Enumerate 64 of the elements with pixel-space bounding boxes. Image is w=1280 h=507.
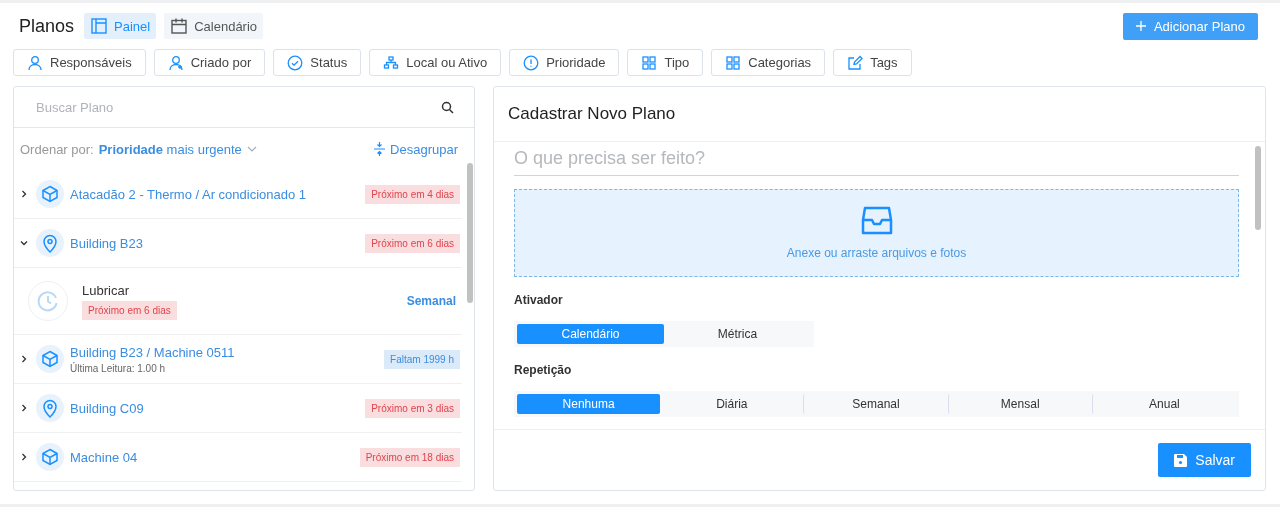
scrollbar[interactable]: [1255, 146, 1261, 230]
chevron-right-icon[interactable]: [20, 355, 28, 363]
task-input[interactable]: O que precisa ser feito?: [514, 148, 1239, 176]
view-tab[interactable]: Calendário: [164, 13, 264, 39]
ungroup-link[interactable]: Desagrupar: [390, 141, 458, 157]
field-label: Repetição: [514, 363, 573, 377]
panel-icon: [90, 17, 109, 35]
row-title[interactable]: Atacadão 2 - Thermo / Ar condicionado 1: [70, 186, 307, 202]
chevron-down-icon: [246, 146, 257, 152]
filter-button[interactable]: Tags: [833, 49, 912, 76]
plan-title[interactable]: Lubricar: [82, 282, 129, 298]
hierarchy-icon: [383, 54, 400, 71]
chevron-right-icon[interactable]: [20, 190, 28, 198]
user-icon: [27, 54, 43, 71]
frequency-label: Semanal: [406, 294, 456, 308]
upload-hint: Anexe ou arraste arquivos e fotos: [786, 246, 967, 260]
row-title[interactable]: Building B23 / Machine 0511: [70, 344, 235, 360]
page-title: Planos: [19, 15, 75, 37]
row-title[interactable]: Machine 04: [70, 449, 138, 465]
chevron-right-icon[interactable]: [20, 453, 28, 461]
edit-icon: [847, 54, 864, 71]
filter-button[interactable]: Prioridade: [509, 49, 620, 76]
segment-option[interactable]: Métrica: [664, 324, 811, 344]
status-badge: Faltam 1999 h: [384, 349, 460, 369]
filter-button[interactable]: Responsáveis: [13, 49, 146, 76]
filter-button[interactable]: Tipo: [627, 49, 704, 76]
status-badge: Próximo em 18 dias: [359, 447, 460, 467]
grid-icon: [641, 54, 658, 71]
location-pin-icon: [42, 398, 58, 418]
status-badge: Próximo em 6 dias: [82, 300, 177, 320]
check-circle-icon: [287, 54, 304, 71]
cube-icon: [41, 448, 59, 466]
search-icon: [441, 100, 454, 114]
status-badge: Próximo em 6 dias: [365, 233, 460, 253]
filter-button[interactable]: Categorias: [711, 49, 826, 76]
segment-option[interactable]: Anual: [1091, 394, 1236, 414]
grid-icon: [725, 54, 742, 71]
plus-icon: [1135, 21, 1146, 31]
row-subtitle: Última Leitura: 1.00 h: [70, 362, 166, 374]
calendar-icon: [170, 17, 189, 35]
sort-label: Ordenar por:: [20, 141, 94, 157]
cube-icon: [41, 350, 59, 368]
clock-icon: [37, 290, 59, 312]
status-badge: Próximo em 3 dias: [365, 398, 460, 418]
filter-button[interactable]: Criado por: [153, 49, 266, 76]
segment-option[interactable]: Mensal: [947, 394, 1092, 414]
inbox-icon: [860, 206, 893, 236]
filter-button[interactable]: Status: [273, 49, 362, 76]
chevron-down-icon[interactable]: [20, 239, 28, 247]
chevron-right-icon[interactable]: [20, 404, 28, 412]
form-title: Cadastrar Novo Plano: [508, 104, 676, 124]
sort-dropdown[interactable]: Prioridade mais urgente: [98, 141, 242, 157]
scrollbar[interactable]: [467, 163, 473, 303]
field-label: Ativador: [514, 293, 564, 307]
collapse-icon: [374, 142, 386, 156]
segment-option[interactable]: Diária: [660, 394, 804, 414]
segment-option[interactable]: Semanal: [803, 394, 948, 414]
row-title[interactable]: Building C09: [70, 400, 144, 416]
cube-icon: [41, 185, 59, 203]
alert-circle-icon: [523, 54, 540, 71]
filter-button[interactable]: Local ou Ativo: [369, 49, 502, 76]
location-pin-icon: [42, 233, 58, 253]
status-badge: Próximo em 4 dias: [365, 184, 460, 204]
user-add-icon: [167, 54, 184, 71]
